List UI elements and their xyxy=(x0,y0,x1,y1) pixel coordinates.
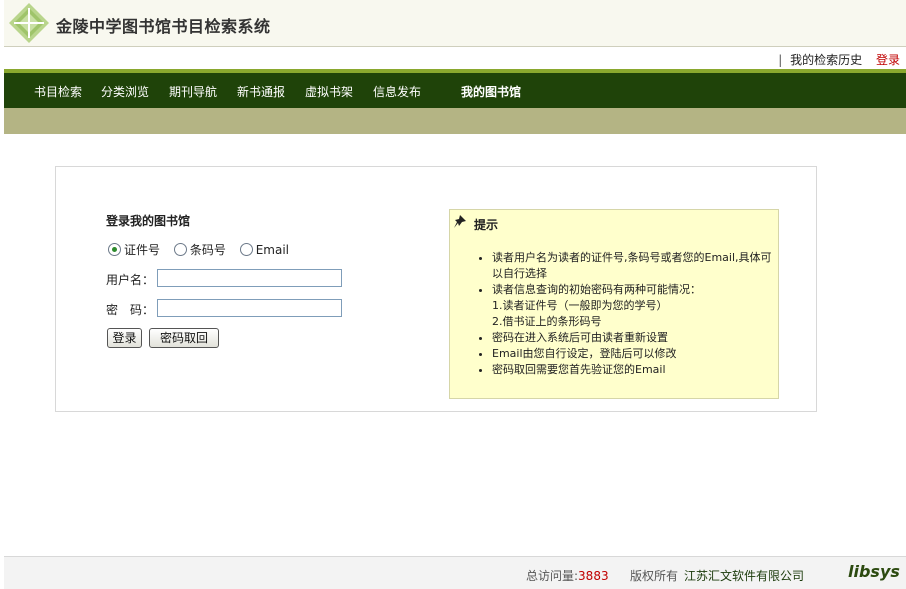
pin-icon xyxy=(454,215,466,228)
visits-label: 总访问量: xyxy=(526,569,579,583)
radio-card-number[interactable] xyxy=(108,243,121,256)
nav-item-virtual-shelf[interactable]: 虚拟书架 xyxy=(305,83,353,100)
brand-logo: libsys xyxy=(848,562,900,581)
visits-count: 3883 xyxy=(578,569,609,583)
tips-list: 读者用户名为读者的证件号,条码号或者您的Email,具体可以自行选择 读者信息查… xyxy=(472,250,782,378)
username-input[interactable] xyxy=(157,269,342,287)
radio-barcode-label: 条码号 xyxy=(189,243,226,257)
tip-sub-item: 2.借书证上的条形码号 xyxy=(492,315,602,328)
tip-sub-item: 1.读者证件号（一般即为您的学号） xyxy=(492,299,668,312)
tip-item: 读者信息查询的初始密码有两种可能情况： 1.读者证件号（一般即为您的学号） 2.… xyxy=(492,282,782,330)
link-separator: | xyxy=(778,53,783,67)
radio-email-label: Email xyxy=(255,243,289,257)
logo-icon xyxy=(9,3,49,43)
page-frame: 金陵中学图书馆书目检索系统 | 我的检索历史 登录 书目检索 分类浏览 期刊导航… xyxy=(4,0,906,589)
login-title: 登录我的图书馆 xyxy=(106,214,191,228)
login-panel: 登录我的图书馆 证件号 条码号 Email 用户名： 密 码： 登录 密码取回 … xyxy=(55,166,817,412)
nav-item-info-release[interactable]: 信息发布 xyxy=(373,83,421,100)
search-history-link[interactable]: 我的检索历史 xyxy=(790,53,862,67)
radio-barcode[interactable] xyxy=(173,243,187,256)
login-link[interactable]: 登录 xyxy=(876,53,900,67)
visit-counter: 总访问量:3883 xyxy=(526,567,609,584)
tip-item: 读者用户名为读者的证件号,条码号或者您的Email,具体可以自行选择 xyxy=(492,250,782,282)
radio-card-number-label: 证件号 xyxy=(124,243,161,257)
retrieve-password-button[interactable]: 密码取回 xyxy=(149,328,219,348)
copyright-label: 版权所有 xyxy=(630,569,679,583)
nav-item-journal-nav[interactable]: 期刊导航 xyxy=(169,83,217,100)
username-label: 用户名： xyxy=(106,273,155,287)
tip-item: Email由您自行设定，登陆后可以修改 xyxy=(492,346,782,362)
copyright: 版权所有 江苏汇文软件有限公司 xyxy=(630,567,804,584)
footer: 总访问量:3883 版权所有 江苏汇文软件有限公司 libsys xyxy=(4,556,906,589)
sub-nav-bar xyxy=(4,108,906,134)
nav-item-category-browse[interactable]: 分类浏览 xyxy=(101,83,149,100)
password-input[interactable] xyxy=(157,299,342,317)
header: 金陵中学图书馆书目检索系统 xyxy=(4,0,906,47)
nav-item-catalog-search[interactable]: 书目检索 xyxy=(34,83,82,100)
company-name: 江苏汇文软件有限公司 xyxy=(684,569,805,583)
nav-item-my-library[interactable]: 我的图书馆 xyxy=(461,83,521,100)
tips-box: 提示 读者用户名为读者的证件号,条码号或者您的Email,具体可以自行选择 读者… xyxy=(449,209,779,399)
top-links: | 我的检索历史 登录 xyxy=(778,51,900,68)
login-type-options: 证件号 条码号 Email xyxy=(108,241,299,258)
radio-email[interactable] xyxy=(239,243,253,256)
site-title: 金陵中学图书馆书目检索系统 xyxy=(56,17,271,36)
main-nav: 书目检索 分类浏览 期刊导航 新书通报 虚拟书架 信息发布 我的图书馆 xyxy=(4,73,906,108)
nav-item-new-books[interactable]: 新书通报 xyxy=(237,83,285,100)
tip-item: 密码取回需要您首先验证您的Email xyxy=(492,362,782,378)
tips-title: 提示 xyxy=(474,218,499,232)
tip-item-text: 读者信息查询的初始密码有两种可能情况： xyxy=(492,283,701,296)
login-button[interactable]: 登录 xyxy=(107,328,142,348)
password-label: 密 码： xyxy=(106,303,155,317)
tip-item: 密码在进入系统后可由读者重新设置 xyxy=(492,330,782,346)
